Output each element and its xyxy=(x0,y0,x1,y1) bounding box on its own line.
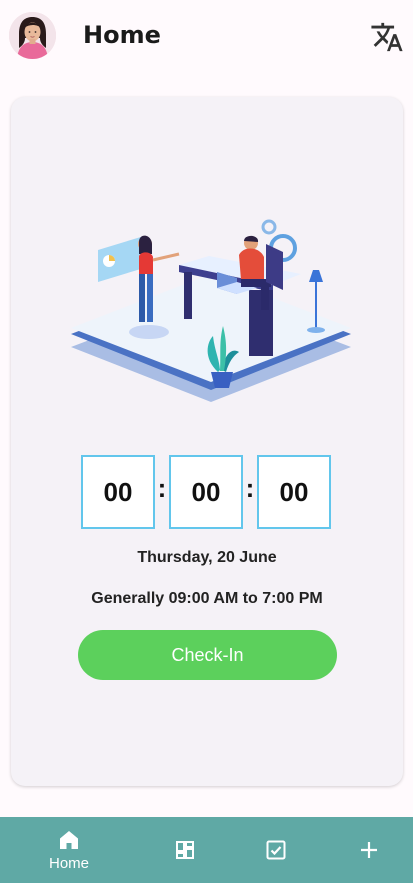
home-icon xyxy=(60,831,78,849)
attendance-card: 00 : 00 : 00 Thursday, 20 June Generally… xyxy=(11,97,403,786)
plus-icon xyxy=(361,842,377,858)
translate-icon xyxy=(371,22,403,52)
current-date: Thursday, 20 June xyxy=(137,549,277,566)
dashboard-icon xyxy=(176,841,194,859)
nav-item-add[interactable] xyxy=(344,817,394,883)
timer-display: 00 : 00 : 00 xyxy=(81,455,333,529)
working-hours: Generally 09:00 AM to 7:00 PM xyxy=(91,590,323,607)
check-in-button[interactable]: Check-In xyxy=(78,630,337,680)
translate-button[interactable] xyxy=(370,20,404,54)
avatar[interactable] xyxy=(9,12,56,59)
timer-minutes: 00 xyxy=(169,455,243,529)
app-header: Home xyxy=(0,0,413,72)
bottom-navigation: Home xyxy=(0,817,413,883)
user-avatar-icon xyxy=(9,12,56,59)
nav-item-home[interactable]: Home xyxy=(34,817,104,883)
page-title: Home xyxy=(83,21,161,49)
timer-hours: 00 xyxy=(81,455,155,529)
checkbox-icon xyxy=(266,840,286,860)
office-illustration xyxy=(71,219,351,402)
nav-item-tasks[interactable] xyxy=(251,817,301,883)
timer-seconds: 00 xyxy=(257,455,331,529)
nav-label-home: Home xyxy=(48,855,89,872)
nav-item-dashboard[interactable] xyxy=(160,817,210,883)
timer-separator: : xyxy=(245,473,255,503)
timer-separator: : xyxy=(157,473,167,503)
